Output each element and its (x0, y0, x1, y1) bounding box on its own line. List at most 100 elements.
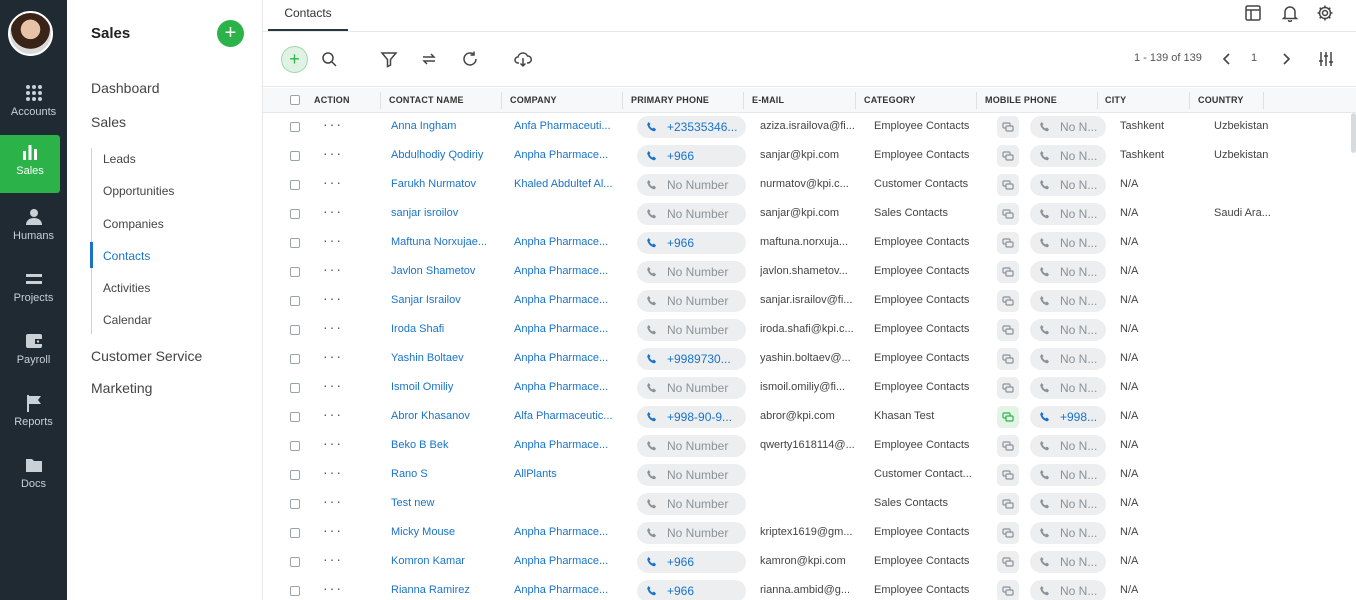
rail-item-docs[interactable]: Docs (0, 448, 67, 506)
row-checkbox[interactable] (290, 180, 300, 190)
sms-button[interactable] (997, 435, 1019, 457)
mobile-phone-pill[interactable]: No N... (1030, 203, 1106, 225)
table-row[interactable]: ··· Maftuna Norxujae... Anpha Pharmace... +… (263, 229, 1356, 258)
sidebar-item-contacts[interactable]: Contacts (103, 249, 150, 263)
table-row[interactable]: ··· Sanjar Israilov Anpha Pharmace... No Nu… (263, 287, 1356, 316)
primary-phone-pill[interactable]: No Number (637, 174, 746, 196)
sidebar-item-marketing[interactable]: Marketing (91, 380, 152, 396)
table-row[interactable]: ··· Yashin Boltaev Anpha Pharmace... +99897… (263, 345, 1356, 374)
email-text[interactable]: ismoil.omiliy@fi... (760, 381, 860, 393)
contact-name-link[interactable]: Rano S (391, 468, 499, 480)
email-text[interactable]: iroda.shafi@kpi.c... (760, 323, 860, 335)
company-link[interactable]: Anpha Pharmace... (514, 236, 622, 248)
sidebar-item-leads[interactable]: Leads (103, 152, 136, 166)
mobile-phone-pill[interactable]: No N... (1030, 174, 1106, 196)
table-row[interactable]: ··· Rianna Ramirez Anpha Pharmace... +966 ri… (263, 577, 1356, 600)
primary-phone-pill[interactable]: No Number (637, 377, 746, 399)
vertical-scrollbar[interactable] (1351, 113, 1356, 153)
contact-name-link[interactable]: Anna Ingham (391, 120, 499, 132)
row-checkbox[interactable] (290, 151, 300, 161)
company-link[interactable]: Alfa Pharmaceutic... (514, 410, 622, 422)
mobile-phone-pill[interactable]: No N... (1030, 319, 1106, 341)
row-checkbox[interactable] (290, 586, 300, 596)
sms-button[interactable] (997, 319, 1019, 341)
row-checkbox[interactable] (290, 528, 300, 538)
primary-phone-pill[interactable]: +966 (637, 145, 746, 167)
contact-name-link[interactable]: Komron Kamar (391, 555, 499, 567)
primary-phone-pill[interactable]: +966 (637, 232, 746, 254)
rail-item-accounts[interactable]: Accounts (0, 76, 67, 134)
sms-button[interactable] (997, 145, 1019, 167)
table-row[interactable]: ··· Javlon Shametov Anpha Pharmace... No Nu… (263, 258, 1356, 287)
row-checkbox[interactable] (290, 354, 300, 364)
email-text[interactable]: aziza.israilova@fi... (760, 120, 860, 132)
company-link[interactable]: Anpha Pharmace... (514, 323, 622, 335)
col-action[interactable]: ACTION (314, 95, 350, 105)
contact-name-link[interactable]: Test new (391, 497, 499, 509)
contact-name-link[interactable]: Javlon Shametov (391, 265, 499, 277)
table-row[interactable]: ··· Anna Ingham Anfa Pharmaceuti... +235353… (263, 113, 1356, 142)
email-text[interactable]: yashin.boltaev@... (760, 352, 860, 364)
refresh-icon[interactable] (461, 50, 479, 68)
row-actions-menu[interactable]: ··· (323, 348, 343, 364)
sidebar-item-calendar[interactable]: Calendar (103, 313, 152, 327)
contact-name-link[interactable]: Sanjar Israilov (391, 294, 499, 306)
row-actions-menu[interactable]: ··· (323, 116, 343, 132)
company-link[interactable]: Anpha Pharmace... (514, 555, 622, 567)
table-row[interactable]: ··· Beko B Bek Anpha Pharmace... No Number q… (263, 432, 1356, 461)
mobile-phone-pill[interactable]: No N... (1030, 580, 1106, 600)
table-row[interactable]: ··· Abror Khasanov Alfa Pharmaceutic... +99… (263, 403, 1356, 432)
row-checkbox[interactable] (290, 557, 300, 567)
row-checkbox[interactable] (290, 209, 300, 219)
filter-icon[interactable] (380, 50, 398, 68)
row-checkbox[interactable] (290, 412, 300, 422)
table-row[interactable]: ··· Ismoil Omiliy Anpha Pharmace... No Numb… (263, 374, 1356, 403)
contact-name-link[interactable]: Ismoil Omiliy (391, 381, 499, 393)
email-text[interactable]: abror@kpi.com (760, 410, 860, 422)
company-link[interactable]: Anpha Pharmace... (514, 584, 622, 596)
sms-button[interactable] (997, 551, 1019, 573)
row-actions-menu[interactable]: ··· (323, 493, 343, 509)
table-row[interactable]: ··· Iroda Shafi Anpha Pharmace... No Number… (263, 316, 1356, 345)
sidebar-item-dashboard[interactable]: Dashboard (91, 80, 160, 96)
table-row[interactable]: ··· Farukh Nurmatov Khaled Abdultef Al... N… (263, 171, 1356, 200)
contact-name-link[interactable]: Maftuna Norxujae... (391, 236, 499, 248)
row-actions-menu[interactable]: ··· (323, 174, 343, 190)
col-category[interactable]: CATEGORY (864, 95, 916, 105)
mobile-phone-pill[interactable]: No N... (1030, 493, 1106, 515)
primary-phone-pill[interactable]: No Number (637, 261, 746, 283)
table-row[interactable]: ··· Test new No Number Sales Contacts No N..… (263, 490, 1356, 519)
row-checkbox[interactable] (290, 499, 300, 509)
mobile-phone-pill[interactable]: No N... (1030, 232, 1106, 254)
email-text[interactable]: sanjar@kpi.com (760, 149, 860, 161)
mobile-phone-pill[interactable]: No N... (1030, 261, 1106, 283)
sidebar-add-button[interactable]: + (217, 20, 244, 47)
row-actions-menu[interactable]: ··· (323, 290, 343, 306)
email-text[interactable]: qwerty1618114@... (760, 439, 860, 451)
contact-name-link[interactable]: Abdulhodiy Qodiriy (391, 149, 499, 161)
row-checkbox[interactable] (290, 267, 300, 277)
primary-phone-pill[interactable]: No Number (637, 290, 746, 312)
swap-icon[interactable] (420, 50, 438, 68)
contact-name-link[interactable]: Abror Khasanov (391, 410, 499, 422)
row-actions-menu[interactable]: ··· (323, 145, 343, 161)
email-text[interactable]: nurmatov@kpi.c... (760, 178, 860, 190)
row-checkbox[interactable] (290, 296, 300, 306)
mobile-phone-pill[interactable]: No N... (1030, 435, 1106, 457)
company-link[interactable]: Anpha Pharmace... (514, 149, 622, 161)
col-city[interactable]: CITY (1105, 95, 1126, 105)
primary-phone-pill[interactable]: +998-90-9... (637, 406, 746, 428)
sidebar-item-companies[interactable]: Companies (103, 217, 164, 231)
sms-button[interactable] (997, 580, 1019, 600)
row-actions-menu[interactable]: ··· (323, 319, 343, 335)
rail-item-reports[interactable]: Reports (0, 386, 67, 444)
rail-item-sales[interactable]: Sales (0, 135, 60, 193)
company-link[interactable]: AllPlants (514, 468, 622, 480)
mobile-phone-pill[interactable]: No N... (1030, 522, 1106, 544)
tab-contacts[interactable]: Contacts (268, 0, 348, 31)
row-actions-menu[interactable]: ··· (323, 203, 343, 219)
mobile-phone-pill[interactable]: No N... (1030, 377, 1106, 399)
mobile-phone-pill[interactable]: No N... (1030, 551, 1106, 573)
company-link[interactable]: Anpha Pharmace... (514, 265, 622, 277)
contact-name-link[interactable]: Iroda Shafi (391, 323, 499, 335)
